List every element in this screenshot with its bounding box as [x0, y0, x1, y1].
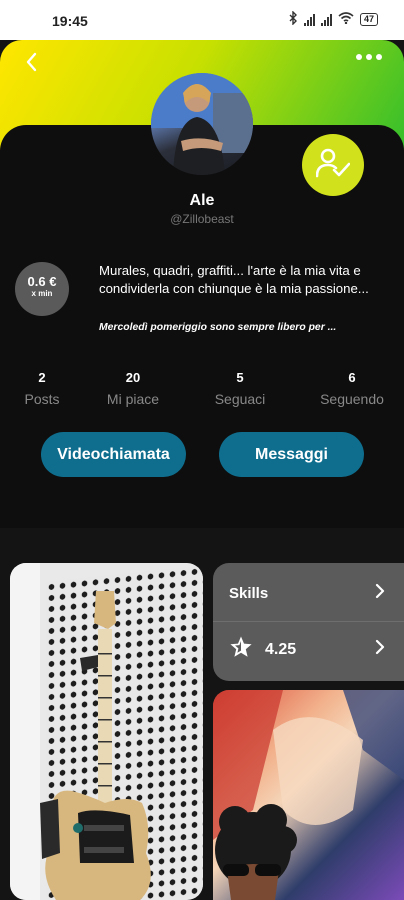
- skills-row[interactable]: Skills: [229, 583, 386, 604]
- price-value: 0.6 €: [27, 274, 57, 289]
- battery-icon: 47: [359, 13, 378, 26]
- gallery-photo-guitar[interactable]: [10, 563, 203, 900]
- rating-group: 4.25: [229, 635, 296, 664]
- stat-value: 5: [236, 370, 244, 385]
- stat-value: 20: [125, 370, 141, 385]
- follow-button[interactable]: [302, 134, 364, 196]
- follow-user-check-icon: [315, 148, 351, 183]
- chevron-right-icon: [374, 639, 386, 660]
- stat-label: Seguendo: [320, 391, 384, 407]
- price-unit: x min: [31, 289, 53, 298]
- skills-card[interactable]: Skills 4.25: [213, 563, 404, 681]
- messages-button[interactable]: Messaggi: [219, 432, 364, 477]
- profile-name: Ale: [189, 192, 215, 209]
- status-icons: 47: [288, 10, 378, 28]
- signal-icon: [303, 13, 315, 26]
- back-arrow-icon[interactable]: [20, 50, 44, 74]
- chevron-right-icon: [374, 583, 386, 604]
- stat-value: 6: [348, 370, 356, 385]
- video-call-button[interactable]: Videochiamata: [41, 432, 186, 477]
- more-dots-icon[interactable]: [356, 54, 382, 60]
- skills-title: Skills: [229, 585, 269, 602]
- profile-note: Mercoledì pomeriggio sono sempre libero …: [99, 322, 337, 333]
- guitar-illustration: [10, 563, 151, 900]
- stat-label: Seguaci: [214, 391, 266, 407]
- stat-label: Mi piace: [106, 391, 160, 407]
- status-time: 19:45: [52, 13, 88, 29]
- stat-likes[interactable]: 20 Mi piace: [91, 370, 175, 407]
- rating-row[interactable]: 4.25: [229, 635, 386, 664]
- gallery-photo-mural[interactable]: [213, 690, 404, 900]
- avatar[interactable]: [151, 73, 253, 175]
- stat-label: Posts: [24, 391, 60, 407]
- wifi-icon: [338, 12, 354, 27]
- mural-illustration: [213, 690, 404, 900]
- profile-handle: @Zillobeast: [170, 212, 234, 226]
- stat-posts[interactable]: 2 Posts: [0, 370, 84, 407]
- divider: [213, 621, 404, 622]
- profile-bio: Murales, quadri, graffiti... l'arte è la…: [99, 263, 369, 296]
- stat-followers[interactable]: 5 Seguaci: [198, 370, 282, 407]
- price-badge: 0.6 € x min: [15, 262, 69, 316]
- status-bar: 19:45 47: [0, 0, 404, 40]
- stat-following[interactable]: 6 Seguendo: [310, 370, 394, 407]
- star-icon: [229, 635, 253, 664]
- bluetooth-icon: [288, 10, 298, 28]
- signal-icon-2: [320, 13, 332, 26]
- rating-value: 4.25: [265, 640, 297, 658]
- stat-value: 2: [38, 370, 46, 385]
